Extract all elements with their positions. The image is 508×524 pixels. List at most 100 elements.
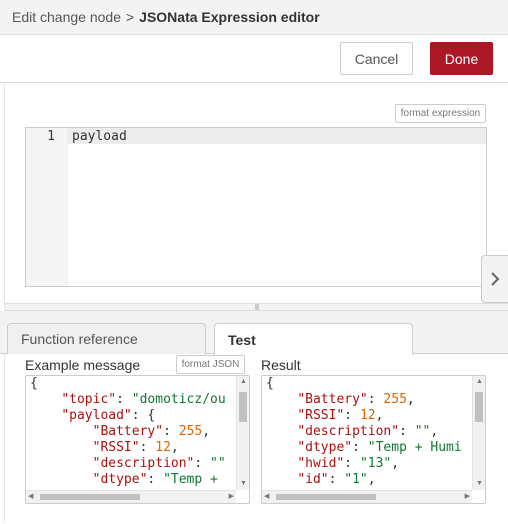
horizontal-scrollbar[interactable]: ◀ ▶ xyxy=(26,490,236,503)
json-token: , xyxy=(391,456,400,471)
json-token: : xyxy=(344,456,360,471)
horizontal-scrollbar[interactable]: ◀ ▶ xyxy=(262,490,472,503)
json-token: , xyxy=(170,440,179,455)
breadcrumb-parent[interactable]: Edit change node xyxy=(12,9,121,25)
json-token: "payload" xyxy=(61,408,132,423)
arrow-left-icon[interactable]: ◀ xyxy=(264,493,269,501)
json-token: , xyxy=(406,392,415,407)
pane-splitter[interactable] xyxy=(5,303,508,311)
tab-function-reference[interactable]: Function reference xyxy=(7,323,206,354)
json-token: "" xyxy=(414,424,431,439)
json-token: "Battery" xyxy=(297,392,368,407)
json-token: "13" xyxy=(359,456,392,471)
json-token: "hwid" xyxy=(297,456,345,471)
json-token: "domoticz/ou xyxy=(131,392,226,407)
example-message-content[interactable]: { "topic": "domoticz/ou "payload": { "Ba… xyxy=(30,376,235,489)
json-token: "Battery" xyxy=(92,424,164,439)
json-token: "topic" xyxy=(61,392,117,407)
json-token: { xyxy=(30,376,38,391)
json-token: 12 xyxy=(155,440,171,455)
result-editor[interactable]: { "Battery": 255, "RSSI": 12, "descripti… xyxy=(261,375,486,504)
json-token: : xyxy=(194,456,211,471)
json-token: "RSSI" xyxy=(92,440,140,455)
arrow-right-icon[interactable]: ▶ xyxy=(229,493,234,501)
line-number: 1 xyxy=(47,129,55,144)
json-line: "dtype": "Temp + xyxy=(30,472,235,488)
vertical-scrollbar[interactable]: ▲ ▼ xyxy=(236,376,249,490)
breadcrumb-current: JSONata Expression editor xyxy=(139,9,320,25)
arrow-right-icon[interactable]: ▶ xyxy=(465,493,470,501)
arrow-up-icon[interactable]: ▲ xyxy=(476,378,483,386)
json-token: , xyxy=(367,472,376,487)
json-line: "Battery": 255, xyxy=(30,424,235,440)
dialog-titlebar: Edit change node > JSONata Expression edit… xyxy=(0,0,508,35)
scroll-thumb[interactable] xyxy=(239,392,247,422)
result-label: Result xyxy=(261,357,301,373)
json-line: "dtype": "Temp + Humi xyxy=(266,440,471,456)
json-token: "Temp + xyxy=(163,472,226,487)
json-token: "RSSI" xyxy=(297,408,345,423)
json-line: "Battery": 255, xyxy=(266,392,471,408)
expression-code[interactable]: payload xyxy=(72,129,127,144)
json-token: : xyxy=(116,392,132,407)
scroll-thumb[interactable] xyxy=(276,494,376,500)
chevron-right-icon xyxy=(491,272,500,286)
splitter-grip[interactable] xyxy=(255,304,259,310)
json-token: 255 xyxy=(178,424,203,439)
json-line: "payload": { xyxy=(30,408,235,424)
json-token: : xyxy=(147,472,164,487)
editor-gutter: 1 xyxy=(26,128,68,286)
vertical-scrollbar[interactable]: ▲ ▼ xyxy=(472,376,485,490)
scroll-thumb[interactable] xyxy=(40,494,140,500)
expression-editor[interactable]: 1 payload xyxy=(25,127,487,287)
json-token: : xyxy=(328,472,345,487)
arrow-up-icon[interactable]: ▲ xyxy=(240,378,247,386)
json-line: "RSSI": 12, xyxy=(30,440,235,456)
json-token: , xyxy=(375,408,384,423)
json-token: : xyxy=(399,424,415,439)
json-token: : xyxy=(352,440,368,455)
json-line: "description": "" xyxy=(30,456,235,472)
example-message-editor[interactable]: { "topic": "domoticz/ou "payload": { "Ba… xyxy=(25,375,250,504)
json-token: "description" xyxy=(92,456,195,471)
format-expression-button[interactable]: format expression xyxy=(395,104,486,123)
cancel-button[interactable]: Cancel xyxy=(340,42,413,75)
json-token: : xyxy=(344,408,360,423)
scroll-thumb[interactable] xyxy=(475,392,483,422)
json-token: "id" xyxy=(297,472,329,487)
arrow-left-icon[interactable]: ◀ xyxy=(28,493,33,501)
active-line-highlight xyxy=(68,128,486,144)
json-line: "hwid": "13", xyxy=(266,456,471,472)
format-json-button[interactable]: format JSON xyxy=(176,355,245,374)
result-content[interactable]: { "Battery": 255, "RSSI": 12, "descripti… xyxy=(266,376,471,489)
json-token: "Temp + Humi xyxy=(367,440,462,455)
dialog-toolbar: Cancel Done xyxy=(0,35,508,83)
arrow-down-icon[interactable]: ▼ xyxy=(240,480,247,488)
arrow-down-icon[interactable]: ▼ xyxy=(476,480,483,488)
json-token: "dtype" xyxy=(297,440,353,455)
breadcrumb-separator: > xyxy=(125,9,135,25)
json-token: : xyxy=(163,424,179,439)
tab-test[interactable]: Test xyxy=(214,323,413,355)
json-token: : { xyxy=(131,408,156,423)
breadcrumb: Edit change node > JSONata Expression edit… xyxy=(12,9,320,25)
done-button[interactable]: Done xyxy=(430,42,493,75)
json-line: "RSSI": 12, xyxy=(266,408,471,424)
tabs-bar: Function reference Test xyxy=(0,311,508,355)
json-line: "id": "1", xyxy=(266,472,471,488)
json-token: "dtype" xyxy=(92,472,148,487)
json-token: "" xyxy=(210,456,226,471)
sidebar-toggle-button[interactable] xyxy=(481,255,508,303)
json-token: "description" xyxy=(297,424,400,439)
json-token: 12 xyxy=(359,408,376,423)
json-line: { xyxy=(30,376,235,392)
